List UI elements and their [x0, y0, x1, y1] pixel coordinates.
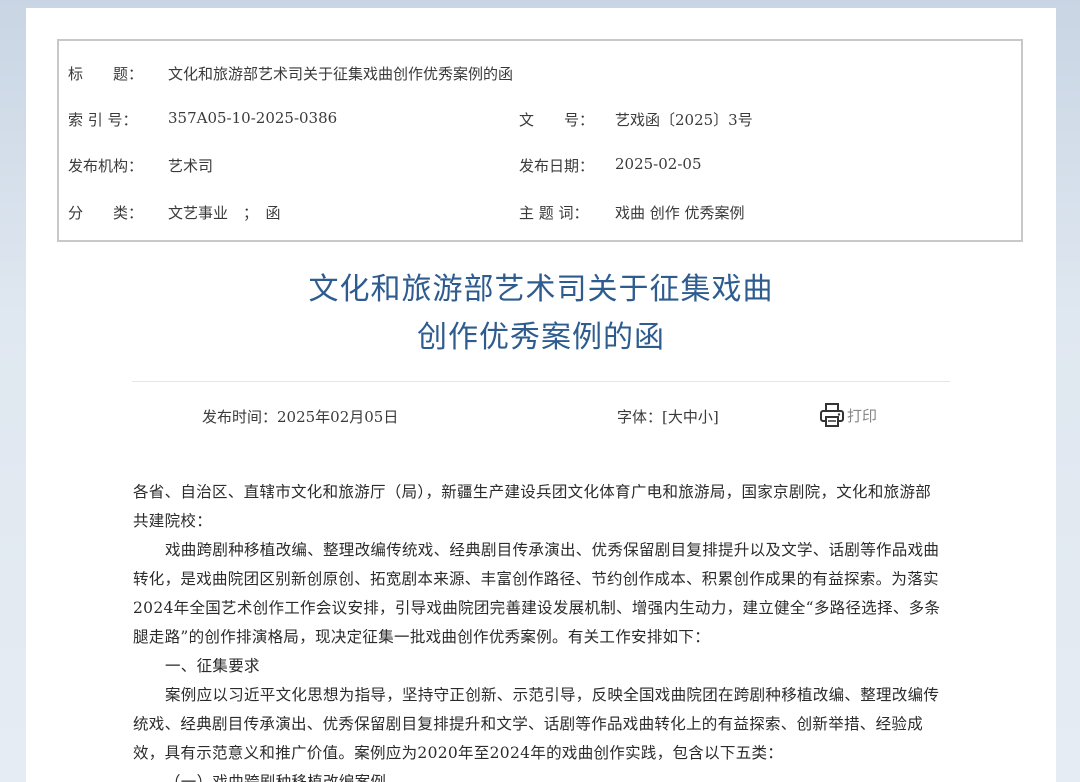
section-heading: 一、征集要求 [165, 657, 260, 675]
print-label: 打印 [847, 406, 878, 425]
printer-icon [819, 402, 845, 428]
document-title-line1: 文化和旅游部艺术司关于征集戏曲 [308, 272, 774, 307]
font-size-label: 字体： [617, 408, 663, 426]
metadata-panel: 标 题： 文化和旅游部艺术司关于征集戏曲创作优秀案例的函 索 引 号： 357A… [57, 39, 1023, 242]
publish-time: 发布时间：2025年02月05日 [202, 408, 399, 426]
meta-org-value: 艺术司 [168, 157, 214, 175]
print-button[interactable]: 打印 [819, 402, 877, 428]
meta-title-label: 标 题： [68, 65, 144, 83]
font-size-options[interactable]: [大中小] [662, 408, 719, 426]
meta-row-title: 标 题： 文化和旅游部艺术司关于征集戏曲创作优秀案例的函 [59, 63, 1021, 85]
meta-category-label: 分 类： [68, 204, 144, 222]
document-body: 各省、自治区、直辖市文化和旅游厅（局），新疆生产建设兵团文化体育广电和旅游局，国… [133, 478, 941, 782]
document-page: 标 题： 文化和旅游部艺术司关于征集戏曲创作优秀案例的函 索 引 号： 357A… [26, 8, 1056, 782]
meta-date-label: 发布日期： [519, 157, 595, 175]
meta-keywords-value: 戏曲 创作 优秀案例 [615, 204, 745, 222]
subsection-heading: （一）戏曲跨剧种移植改编案例 [165, 773, 387, 782]
title-divider [132, 381, 950, 382]
meta-keywords-label: 主 题 词： [519, 204, 589, 222]
meta-index-label: 索 引 号： [68, 111, 138, 129]
meta-title-value: 文化和旅游部艺术司关于征集戏曲创作优秀案例的函 [168, 65, 514, 83]
document-title: 文化和旅游部艺术司关于征集戏曲 创作优秀案例的函 [26, 266, 1056, 362]
meta-row-category: 分 类： 文艺事业 ； 函 主 题 词： 戏曲 创作 优秀案例 [59, 202, 1021, 224]
meta-row-index: 索 引 号： 357A05-10-2025-0386 文 号： 艺戏函〔2025… [59, 109, 1021, 131]
font-size-control: 字体：[大中小] [617, 406, 719, 427]
meta-row-org: 发布机构： 艺术司 发布日期： 2025-02-05 [59, 155, 1021, 177]
meta-org-label: 发布机构： [68, 157, 144, 175]
meta-index-value: 357A05-10-2025-0386 [168, 109, 338, 127]
meta-docno-value: 艺戏函〔2025〕3号 [615, 111, 753, 129]
meta-docno-label: 文 号： [519, 111, 595, 129]
meta-date-value: 2025-02-05 [615, 155, 702, 173]
paragraph: 戏曲跨剧种移植改编、整理改编传统戏、经典剧目传承演出、优秀保留剧目复排提升以及文… [133, 541, 941, 646]
document-title-line2: 创作优秀案例的函 [417, 320, 665, 355]
meta-category-value: 文艺事业 ； 函 [168, 204, 281, 222]
salutation: 各省、自治区、直辖市文化和旅游厅（局），新疆生产建设兵团文化体育广电和旅游局，国… [133, 483, 932, 530]
paragraph: 案例应以习近平文化思想为指导，坚持守正创新、示范引导，反映全国戏曲院团在跨剧种移… [133, 686, 940, 762]
